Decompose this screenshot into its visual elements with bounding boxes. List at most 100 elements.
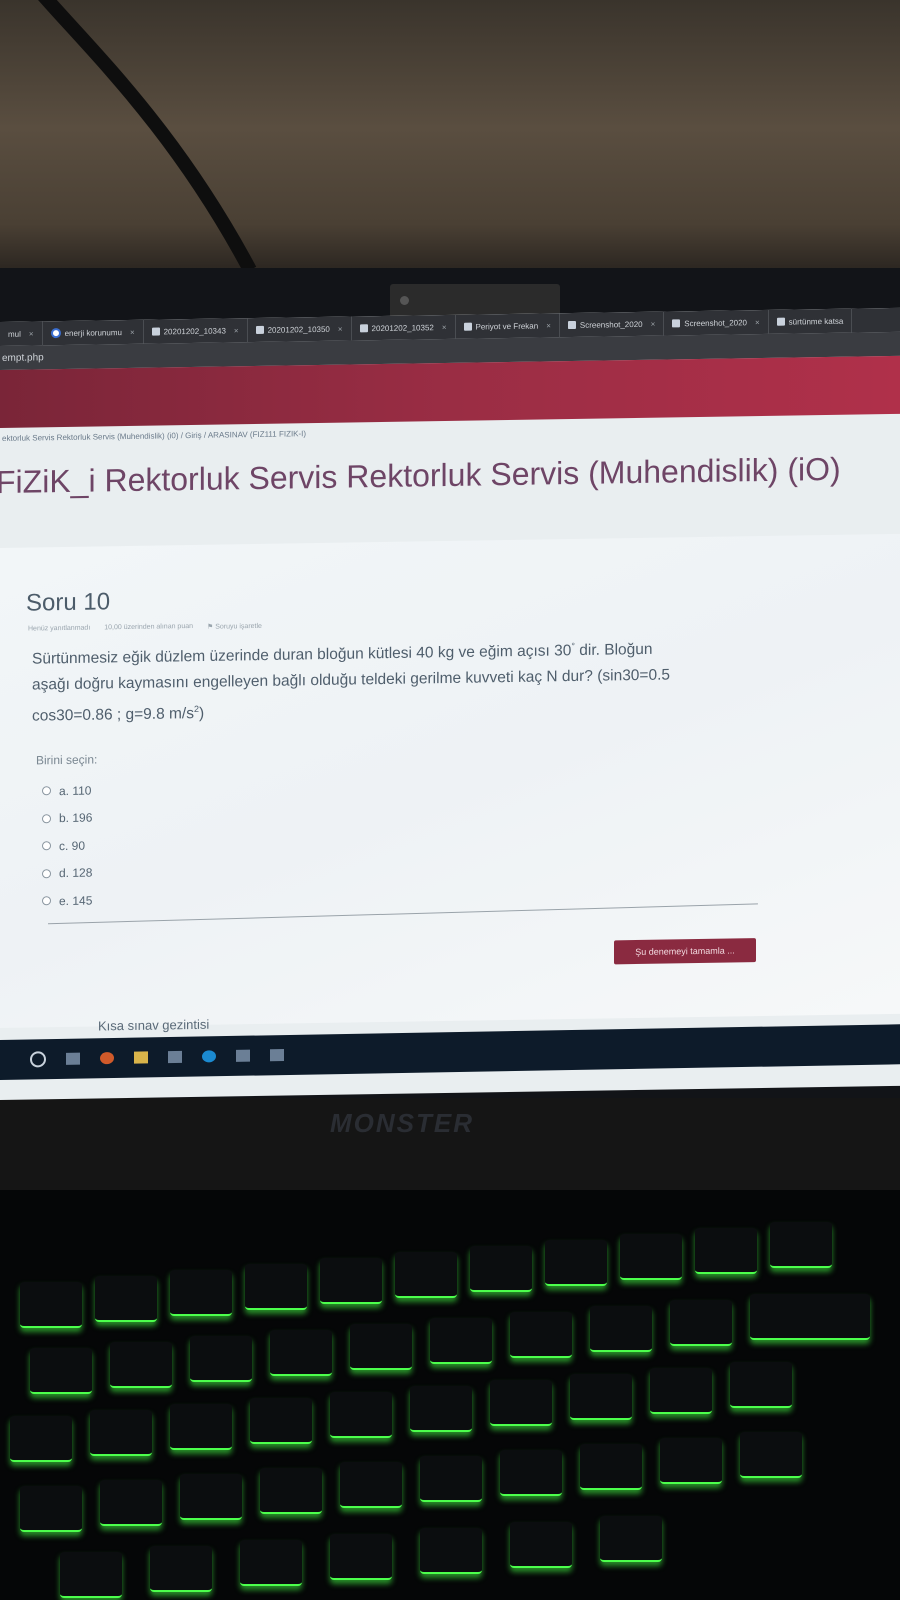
browser-tab[interactable]: Screenshot_2020 ×	[559, 311, 665, 338]
keyboard-key	[430, 1318, 492, 1364]
keyboard-key	[590, 1306, 652, 1352]
keyboard-key	[20, 1282, 82, 1328]
option-label: a. 110	[59, 783, 92, 798]
tab-label: Screenshot_2020	[579, 319, 643, 330]
keyboard-key	[330, 1534, 392, 1580]
option-label: c. 90	[59, 838, 86, 853]
radio-button[interactable]	[42, 868, 51, 879]
radio-button[interactable]	[42, 896, 51, 906]
url-text: empt.php	[2, 351, 44, 364]
question-text-line3: cos30=0.86 ; g=9.8 m/s	[32, 705, 194, 725]
keyboard-key	[340, 1462, 402, 1508]
keyboard-key	[695, 1228, 757, 1274]
page-icon	[463, 322, 472, 331]
task-view-icon[interactable]	[66, 1052, 80, 1065]
tab-label: 20201202_10343	[163, 325, 226, 336]
close-icon[interactable]: ×	[338, 324, 343, 333]
browser-tab[interactable]: 20201202_10343 ×	[143, 318, 248, 344]
app-icon[interactable]	[236, 1049, 250, 1062]
question-text-line2: aşağı doğru kaymasını engelleyen bağlı o…	[32, 666, 671, 694]
question-meta: Henüz yanıtlanmadı 10,00 üzerinden alına…	[28, 622, 262, 634]
browser-tab[interactable]: enerji korunumu ×	[42, 319, 144, 346]
edge-icon[interactable]	[202, 1050, 216, 1063]
browser-tab[interactable]: Screenshot_2020 ×	[664, 309, 769, 336]
quiz-navigation-link[interactable]: Kısa sınav gezintisi	[98, 1017, 209, 1034]
keyboard-key	[770, 1222, 832, 1268]
keyboard-key	[170, 1270, 232, 1316]
backlit-keyboard	[0, 1190, 900, 1600]
flag-icon: ⚑	[207, 623, 216, 631]
tab-label: sürtünme katsa	[788, 316, 844, 327]
question-status: Henüz yanıtlanmadı	[28, 624, 91, 633]
keyboard-key	[740, 1432, 802, 1478]
keyboard-key	[600, 1516, 662, 1562]
question-text: Sürtünmesiz eğik düzlem üzerinde duran b…	[32, 630, 772, 730]
keyboard-key	[660, 1438, 722, 1484]
document-icon[interactable]	[270, 1049, 284, 1062]
close-icon[interactable]: ×	[130, 327, 135, 336]
keyboard-key	[170, 1404, 232, 1450]
answer-option-a[interactable]: a. 110	[42, 777, 92, 805]
answer-option-d[interactable]: d. 128	[42, 859, 92, 887]
tab-label: enerji korunumu	[64, 327, 122, 338]
keyboard-key	[350, 1324, 412, 1370]
keyboard-key	[270, 1330, 332, 1376]
folder-icon[interactable]	[134, 1051, 148, 1064]
close-icon[interactable]: ×	[442, 322, 447, 331]
keyboard-key	[90, 1410, 152, 1456]
laptop-brand-logo: MONSTER	[330, 1108, 474, 1138]
keyboard-key	[570, 1374, 632, 1420]
laptop-screen: mul × enerji korunumu × 20201202_10343 × 20…	[0, 307, 900, 1100]
browser-tab[interactable]: Periyot ve Frekan ×	[455, 313, 560, 339]
option-label: b. 196	[59, 810, 93, 826]
search-icon[interactable]	[30, 1051, 46, 1068]
browser-tab[interactable]: 20201202_10350 ×	[247, 316, 352, 343]
keyboard-key	[150, 1546, 212, 1592]
answer-option-c[interactable]: c. 90	[42, 832, 92, 860]
keyboard-key	[395, 1252, 457, 1298]
keyboard-key	[620, 1234, 682, 1280]
browser-icon[interactable]	[100, 1052, 114, 1065]
keyboard-key	[650, 1368, 712, 1414]
close-icon[interactable]: ×	[755, 318, 760, 327]
keyboard-key	[250, 1398, 312, 1444]
browser-tab[interactable]: mul ×	[0, 321, 43, 346]
answer-option-b[interactable]: b. 196	[42, 804, 92, 832]
app-icon[interactable]	[168, 1050, 182, 1064]
tab-label: 20201202_10352	[371, 322, 434, 333]
radio-button[interactable]	[42, 813, 51, 824]
keyboard-key	[95, 1276, 157, 1322]
browser-tab[interactable]: 20201202_10352 ×	[351, 314, 456, 341]
radio-button[interactable]	[42, 786, 51, 796]
tab-label: 20201202_10350	[267, 324, 330, 335]
close-icon[interactable]: ×	[546, 321, 551, 330]
flag-question-link[interactable]: ⚑ Soruyu işaretle	[207, 622, 262, 631]
keyboard-key	[490, 1380, 552, 1426]
image-file-icon	[255, 325, 264, 334]
keyboard-key	[470, 1246, 532, 1292]
keyboard-key	[420, 1456, 482, 1502]
keyboard-key	[410, 1386, 472, 1432]
option-label: d. 128	[59, 865, 93, 881]
browser-tab[interactable]: sürtünme katsa	[768, 308, 853, 334]
keyboard-key	[260, 1468, 322, 1514]
keyboard-key	[730, 1362, 792, 1408]
close-icon[interactable]: ×	[651, 319, 656, 328]
keyboard-key	[60, 1552, 122, 1598]
keyboard-key	[20, 1486, 82, 1532]
question-text-line1: Sürtünmesiz eğik düzlem üzerinde duran b…	[32, 642, 572, 668]
page-icon	[776, 317, 785, 326]
image-file-icon	[567, 320, 576, 330]
radio-button[interactable]	[42, 841, 51, 851]
keyboard-key	[320, 1258, 382, 1304]
close-icon[interactable]: ×	[29, 329, 34, 338]
flag-label: Soruyu işaretle	[215, 622, 262, 631]
keyboard-key	[420, 1528, 482, 1574]
google-icon	[50, 328, 61, 339]
image-file-icon	[672, 319, 681, 328]
keyboard-key	[510, 1312, 572, 1358]
close-icon[interactable]: ×	[234, 326, 239, 335]
finish-attempt-button[interactable]: Şu denemeyi tamamla ...	[614, 938, 756, 965]
answer-options: a. 110 b. 196 c. 90 d. 128 e. 145	[42, 777, 92, 915]
answer-option-e[interactable]: e. 145	[42, 887, 92, 915]
